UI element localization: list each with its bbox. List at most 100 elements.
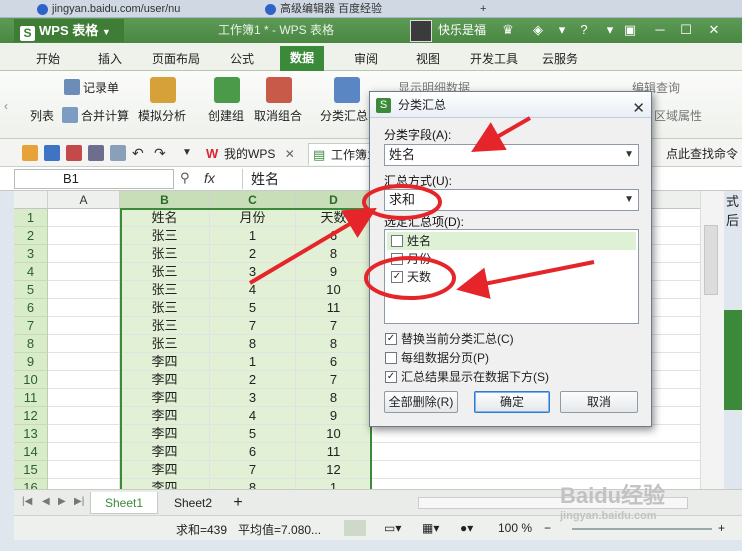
cell[interactable] [48, 479, 120, 489]
tab-view[interactable]: 视图 [416, 49, 440, 69]
row-header[interactable]: 4 [14, 263, 48, 281]
column-header-c[interactable]: C [210, 191, 296, 209]
row-header[interactable]: 3 [14, 245, 48, 263]
print-icon[interactable] [88, 145, 104, 161]
cell[interactable]: 李四 [120, 353, 210, 371]
cell[interactable] [48, 425, 120, 443]
tab-insert[interactable]: 插入 [98, 49, 122, 69]
sheet-tab-sheet2[interactable]: Sheet2 [162, 492, 224, 514]
tab-page-layout[interactable]: 页面布局 [152, 49, 200, 69]
cell[interactable]: 张三 [120, 317, 210, 335]
cell[interactable]: 李四 [120, 479, 210, 489]
print-preview-icon[interactable] [110, 145, 126, 161]
cell[interactable] [48, 317, 120, 335]
scrollbar-thumb[interactable] [704, 225, 718, 295]
cell[interactable]: 张三 [120, 335, 210, 353]
cell[interactable] [48, 245, 120, 263]
cell[interactable]: 11 [296, 443, 372, 461]
cell[interactable] [48, 299, 120, 317]
checkbox-checked[interactable]: ✓ [385, 371, 397, 383]
reading-mode-icon[interactable]: ●▾ [460, 521, 473, 535]
cell[interactable] [48, 353, 120, 371]
minimize-ribbon-icon[interactable]: ▾ [552, 20, 572, 40]
list-item[interactable]: 姓名 [387, 232, 636, 250]
what-if-analysis-button[interactable]: 模拟分析 [138, 107, 186, 124]
cell[interactable] [372, 461, 724, 479]
sheet-tab-sheet1[interactable]: Sheet1 [90, 492, 158, 514]
skin-icon[interactable]: ◈ [528, 20, 548, 40]
group-by-select[interactable]: 姓名 ▼ [384, 144, 639, 166]
checkbox-unchecked[interactable] [391, 253, 403, 265]
browser-tab-jingyan[interactable]: jingyan.baidu.com/user/nu [34, 2, 224, 18]
menu-chevron-icon[interactable]: ▾ [600, 20, 620, 40]
cell[interactable]: 2 [210, 245, 296, 263]
name-box[interactable]: B1 [14, 169, 174, 189]
side-panel-toggle[interactable] [724, 310, 742, 410]
cell[interactable]: 10 [296, 281, 372, 299]
redo-icon[interactable]: ↷ [154, 145, 170, 161]
prev-sheet-icon[interactable]: ◀ [42, 496, 50, 507]
cell[interactable]: 5 [210, 425, 296, 443]
list-item[interactable]: ✓ 天数 [387, 268, 636, 286]
row-header[interactable]: 6 [14, 299, 48, 317]
doc-tab-my-wps[interactable]: W 我的WPS ✕ [202, 143, 301, 165]
page-layout-view-icon[interactable]: ▭▾ [384, 521, 401, 535]
cell[interactable]: 5 [210, 299, 296, 317]
list-item[interactable]: 月份 [387, 250, 636, 268]
zoom-out-icon[interactable]: − [544, 521, 551, 535]
cell[interactable]: 3 [210, 389, 296, 407]
cell[interactable]: 李四 [120, 371, 210, 389]
cell[interactable]: 6 [210, 443, 296, 461]
select-all-corner[interactable] [14, 191, 48, 209]
window-mode-icon[interactable]: ▣ [620, 20, 640, 40]
cell[interactable]: 8 [210, 335, 296, 353]
maximize-icon[interactable]: ☐ [676, 20, 696, 40]
tab-review[interactable]: 审阅 [354, 49, 378, 69]
row-header[interactable]: 16 [14, 479, 48, 489]
cell[interactable]: 11 [296, 299, 372, 317]
cell[interactable] [48, 461, 120, 479]
column-header-d[interactable]: D [296, 191, 372, 209]
ok-button[interactable]: 确定 [474, 391, 550, 413]
checkbox-checked[interactable]: ✓ [385, 333, 397, 345]
cell[interactable] [48, 209, 120, 227]
cell[interactable]: 10 [296, 425, 372, 443]
cell[interactable] [372, 443, 724, 461]
last-sheet-icon[interactable]: ▶| [74, 496, 84, 507]
row-header[interactable]: 8 [14, 335, 48, 353]
cancel-button[interactable]: 取消 [560, 391, 638, 413]
cell[interactable]: 9 [296, 263, 372, 281]
zoom-level[interactable]: 100 % [498, 521, 532, 535]
cell[interactable] [48, 407, 120, 425]
next-sheet-icon[interactable]: ▶ [58, 496, 66, 507]
cell[interactable]: 1 [296, 479, 372, 489]
cell[interactable] [48, 263, 120, 281]
tab-formulas[interactable]: 公式 [230, 49, 254, 69]
ungroup-button[interactable]: 取消组合 [254, 107, 302, 124]
cell[interactable]: 姓名 [120, 209, 210, 227]
wps-app-menu-button[interactable]: S WPS 表格 ▼ [14, 19, 124, 42]
cell[interactable]: 9 [296, 407, 372, 425]
fx-icon[interactable]: fx [204, 170, 215, 186]
browser-tab-editor[interactable]: 高级编辑器 百度经验 [262, 2, 452, 18]
cell[interactable] [372, 425, 724, 443]
subtotal-field-list[interactable]: 姓名 月份 ✓ 天数 [384, 229, 639, 324]
function-select[interactable]: 求和 ▼ [384, 189, 639, 211]
row-header[interactable]: 1 [14, 209, 48, 227]
cell[interactable]: 张三 [120, 245, 210, 263]
cell[interactable]: 6 [296, 353, 372, 371]
tab-home[interactable]: 开始 [36, 49, 60, 69]
column-header-b[interactable]: B [120, 191, 210, 209]
zoom-search-icon[interactable]: ⚲ [180, 170, 190, 186]
close-icon[interactable]: ✕ [632, 96, 645, 122]
new-tab-button[interactable]: + [478, 2, 492, 18]
row-header[interactable]: 7 [14, 317, 48, 335]
row-header[interactable]: 12 [14, 407, 48, 425]
pdf-export-icon[interactable] [66, 145, 82, 161]
page-break-view-icon[interactable]: ▦▾ [422, 521, 439, 535]
cell[interactable] [48, 389, 120, 407]
cell[interactable]: 7 [210, 461, 296, 479]
cell[interactable]: 8 [296, 389, 372, 407]
consolidate-button[interactable]: 合并计算 [62, 107, 129, 124]
column-header-a[interactable]: A [48, 191, 120, 209]
